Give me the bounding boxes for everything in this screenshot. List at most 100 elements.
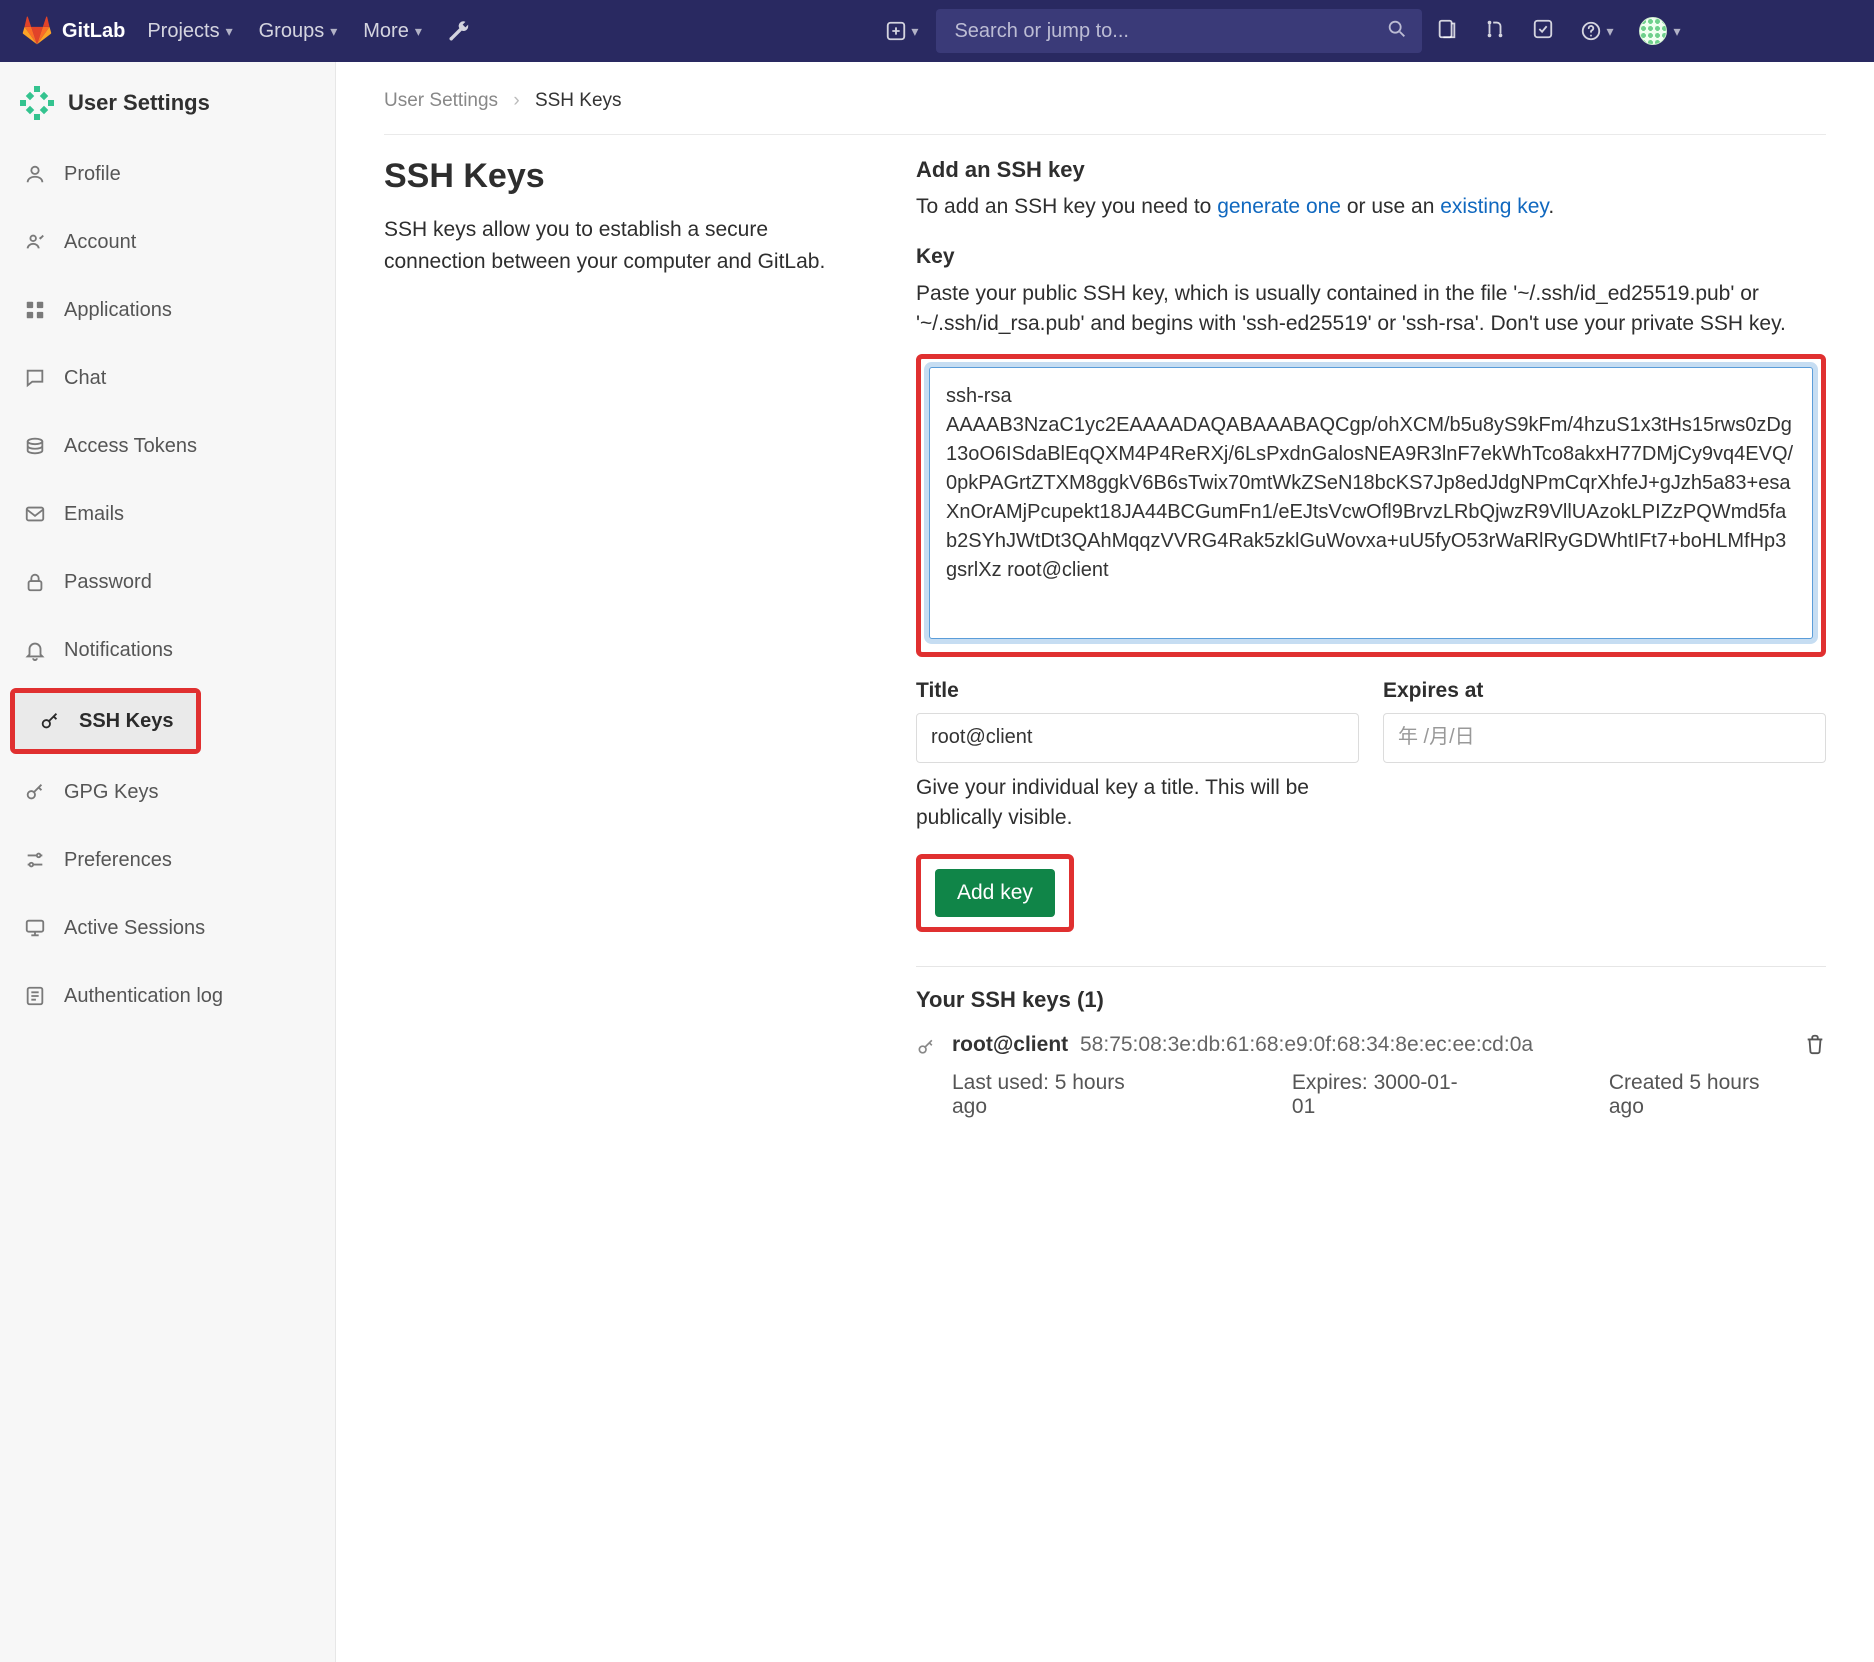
search-icon[interactable]	[1386, 18, 1408, 45]
key-hint: Paste your public SSH key, which is usua…	[916, 279, 1826, 340]
sidebar-item-emails[interactable]: Emails	[0, 480, 335, 548]
key-label: Key	[916, 245, 1826, 269]
page-title: SSH Keys	[384, 157, 864, 196]
applications-icon	[22, 299, 48, 321]
sidebar-item-password[interactable]: Password	[0, 548, 335, 616]
ssh-key-entry: root@client 58:75:08:3e:db:61:68:e9:0f:6…	[916, 1033, 1826, 1119]
profile-icon	[22, 163, 48, 185]
log-icon	[22, 985, 48, 1007]
sidebar-item-gpg-keys[interactable]: GPG Keys	[0, 758, 335, 826]
key-textarea-highlight	[916, 354, 1826, 657]
menu-more-label: More	[363, 20, 409, 43]
chevron-down-icon: ▾	[1673, 23, 1680, 40]
sidebar-item-notifications[interactable]: Notifications	[0, 616, 335, 684]
breadcrumb-current: SSH Keys	[535, 90, 622, 111]
issues-icon[interactable]	[1436, 18, 1458, 45]
lead-text: To add an SSH key you need to	[916, 195, 1217, 218]
merge-requests-icon[interactable]	[1484, 18, 1506, 45]
email-icon	[22, 503, 48, 525]
breadcrumb: User Settings › SSH Keys	[384, 90, 1826, 135]
sidebar-item-access-tokens[interactable]: Access Tokens	[0, 412, 335, 480]
sidebar-label: Account	[64, 231, 136, 254]
title-input[interactable]	[916, 713, 1359, 763]
top-nav: GitLab Projects ▾ Groups ▾ More ▾ ▾ ▾ ▾	[0, 0, 1874, 62]
title-label: Title	[916, 679, 1359, 703]
key-icon	[22, 781, 48, 803]
menu-projects-label: Projects	[147, 20, 219, 43]
sidebar-label: Notifications	[64, 639, 173, 662]
form-panel: Add an SSH key To add an SSH key you nee…	[916, 157, 1826, 1119]
sidebar-item-preferences[interactable]: Preferences	[0, 826, 335, 894]
lock-icon	[22, 571, 48, 593]
search-input[interactable]	[952, 19, 1386, 44]
ssh-key-textarea[interactable]	[929, 367, 1813, 639]
page-description: SSH keys allow you to establish a secure…	[384, 214, 864, 277]
sidebar-label: Password	[64, 571, 152, 594]
key-last-used: Last used: 5 hours ago	[952, 1071, 1152, 1119]
chat-icon	[22, 367, 48, 389]
add-key-lead: To add an SSH key you need to generate o…	[916, 195, 1826, 219]
sidebar-item-chat[interactable]: Chat	[0, 344, 335, 412]
key-name-link[interactable]: root@client	[952, 1033, 1068, 1056]
user-avatar-icon	[1639, 17, 1667, 45]
menu-groups[interactable]: Groups ▾	[259, 20, 338, 43]
new-dropdown[interactable]: ▾	[885, 20, 918, 42]
sidebar-title: User Settings	[68, 90, 210, 116]
key-icon	[37, 710, 63, 732]
sidebar-item-account[interactable]: Account	[0, 208, 335, 276]
admin-wrench-icon[interactable]	[448, 20, 470, 42]
sidebar-item-applications[interactable]: Applications	[0, 276, 335, 344]
global-search[interactable]	[936, 9, 1422, 53]
breadcrumb-parent[interactable]: User Settings	[384, 90, 498, 111]
sidebar-header: User Settings	[0, 76, 335, 140]
sidebar-label: Profile	[64, 163, 121, 186]
chevron-down-icon: ▾	[226, 23, 233, 40]
menu-projects[interactable]: Projects ▾	[147, 20, 232, 43]
sidebar-label: Applications	[64, 299, 172, 322]
settings-sidebar: User Settings Profile Account Applicatio…	[0, 62, 336, 1662]
chevron-down-icon: ▾	[1606, 23, 1613, 40]
add-key-highlight: Add key	[916, 854, 1074, 932]
key-fingerprint: 58:75:08:3e:db:61:68:e9:0f:68:34:8e:ec:e…	[1080, 1033, 1533, 1056]
bell-icon	[22, 639, 48, 661]
key-icon	[916, 1037, 936, 1062]
lead-text: .	[1548, 195, 1554, 218]
sidebar-item-ssh-keys[interactable]: SSH Keys	[15, 693, 196, 749]
title-hint: Give your individual key a title. This w…	[916, 773, 1359, 834]
sidebar-item-active-sessions[interactable]: Active Sessions	[0, 894, 335, 962]
chevron-right-icon: ›	[513, 90, 519, 111]
nav-right-icons: ▾ ▾	[1436, 17, 1852, 45]
sidebar-label: Emails	[64, 503, 124, 526]
delete-key-button[interactable]	[1804, 1033, 1826, 1060]
chevron-down-icon: ▾	[911, 23, 918, 40]
menu-groups-label: Groups	[259, 20, 325, 43]
monitor-icon	[22, 917, 48, 939]
divider	[916, 966, 1826, 967]
sidebar-label: Access Tokens	[64, 435, 197, 458]
add-key-heading: Add an SSH key	[916, 157, 1826, 183]
sidebar-label: GPG Keys	[64, 781, 158, 804]
expires-input[interactable]	[1383, 713, 1826, 763]
sidebar-label: Preferences	[64, 849, 172, 872]
expires-label: Expires at	[1383, 679, 1826, 703]
add-key-button[interactable]: Add key	[935, 869, 1055, 917]
user-menu[interactable]: ▾	[1639, 17, 1680, 45]
token-icon	[22, 435, 48, 457]
sidebar-label: Active Sessions	[64, 917, 205, 940]
sidebar-item-auth-log[interactable]: Authentication log	[0, 962, 335, 1030]
lead-text: or use an	[1341, 195, 1440, 218]
generate-key-link[interactable]: generate one	[1217, 195, 1341, 218]
chevron-down-icon: ▾	[415, 23, 422, 40]
sidebar-label: Authentication log	[64, 985, 223, 1008]
chevron-down-icon: ▾	[330, 23, 337, 40]
sidebar-item-profile[interactable]: Profile	[0, 140, 335, 208]
help-dropdown[interactable]: ▾	[1580, 20, 1613, 42]
existing-key-link[interactable]: existing key	[1440, 195, 1548, 218]
key-created: Created 5 hours ago	[1609, 1071, 1788, 1119]
gitlab-logo-icon[interactable]	[22, 16, 52, 46]
todos-icon[interactable]	[1532, 18, 1554, 45]
key-expires: Expires: 3000-01-01	[1292, 1071, 1469, 1119]
top-menu: Projects ▾ Groups ▾ More ▾	[147, 20, 470, 43]
menu-more[interactable]: More ▾	[363, 20, 422, 43]
brand-name[interactable]: GitLab	[62, 20, 125, 43]
